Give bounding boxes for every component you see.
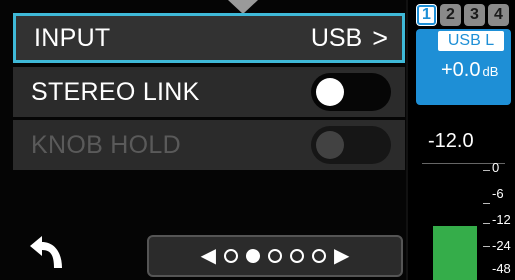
input-label: INPUT [34,23,111,52]
input-value: USB [310,23,363,52]
track-2-badge[interactable]: 2 [440,4,461,26]
stereo-link-row[interactable]: STEREO LINK [13,67,405,117]
gain-unit: dB [482,64,499,79]
input-value-group: USB > [311,23,388,54]
chevron-right-icon: > [372,22,388,53]
page-dot-current [246,249,260,263]
toggle-knob [316,78,344,106]
stereo-link-label: STEREO LINK [31,77,200,106]
track-4-badge[interactable]: 4 [488,4,509,26]
stereo-link-toggle[interactable] [311,73,391,111]
knob-hold-row: KNOB HOLD [13,120,405,170]
next-page-icon[interactable]: ▶ [334,246,349,266]
page-navigator[interactable]: ◀ ▶ [147,235,403,277]
track-3-badge[interactable]: 3 [464,4,485,26]
knob-hold-label: KNOB HOLD [31,130,181,159]
scale-tick [483,223,490,224]
back-arrow-icon[interactable] [28,234,68,270]
scale-tick [483,203,490,204]
scale-label-6: -6 [492,186,504,201]
track-1-badge[interactable]: 1 [416,4,437,26]
scale-label-24: -24 [492,238,511,253]
page-dot [224,249,238,263]
page-dot [290,249,304,263]
menu-area: INPUT USB > STEREO LINK KNOB HOLD ◀ ▶ [0,0,406,280]
gain-readout: +0.0 dB [441,59,498,82]
scale-tick [483,170,490,171]
scale-tick [483,246,490,247]
toggle-knob [316,131,344,159]
level-meter-bar [433,226,477,280]
knob-hold-toggle [311,126,391,164]
input-setting-row[interactable]: INPUT USB > [13,13,405,63]
page-dot [312,249,326,263]
scroll-up-indicator-icon [228,0,258,14]
track-selector: 1 2 3 4 [416,4,509,26]
scale-label-12: -12 [492,212,511,227]
peak-level: -12.0 [428,130,474,152]
source-label: USB L [438,31,504,51]
scale-label-0: 0 [492,160,500,175]
prev-page-icon[interactable]: ◀ [201,246,216,266]
scale-label-48: -48 [492,261,511,276]
source-gain-box: USB L +0.0 dB [416,29,511,105]
gain-value: +0.0 [441,59,481,81]
page-dot [268,249,282,263]
